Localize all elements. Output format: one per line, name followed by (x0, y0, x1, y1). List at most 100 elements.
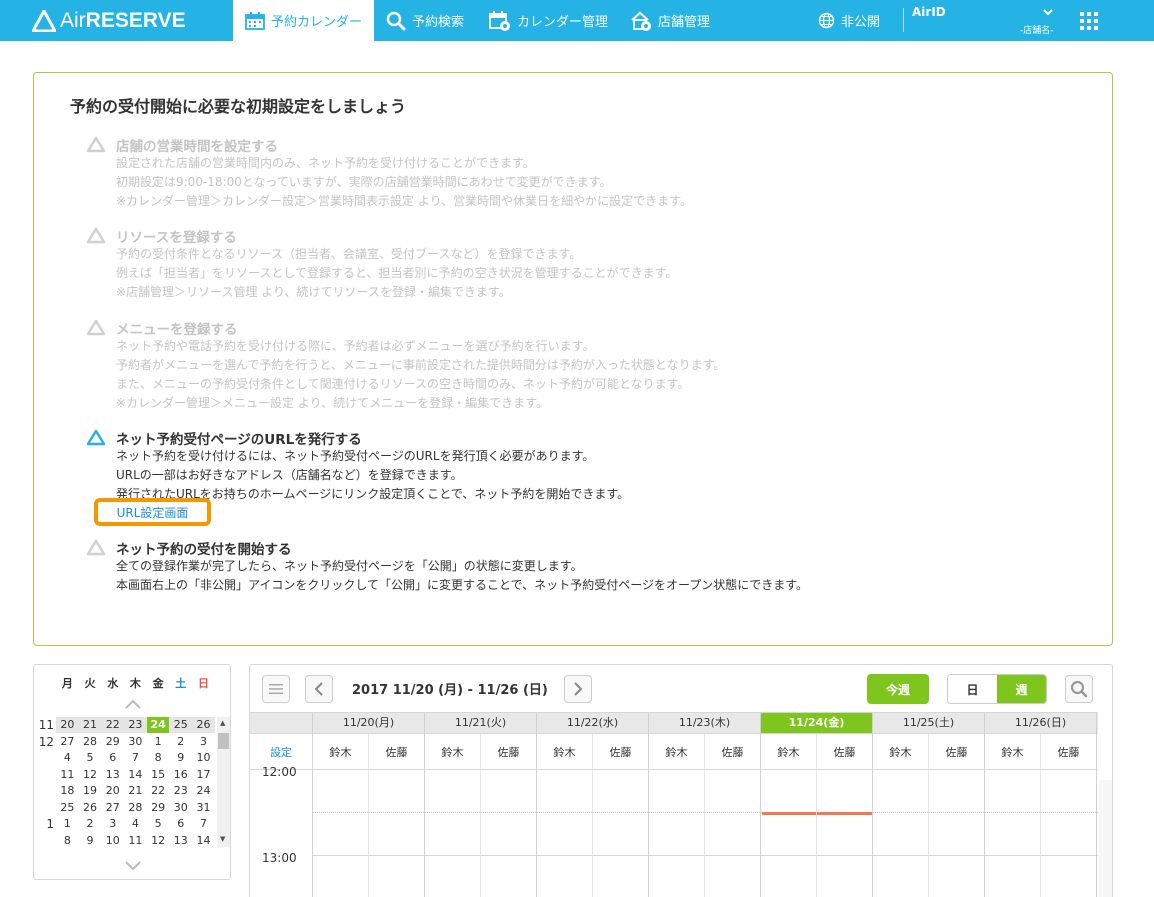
mini-calendar-day[interactable]: 18 (56, 783, 79, 799)
mini-calendar-day[interactable]: 22 (147, 783, 170, 799)
mini-calendar-day[interactable]: 25 (169, 717, 193, 734)
mini-calendar-day[interactable]: 10 (192, 750, 215, 766)
next-week-button[interactable] (564, 675, 592, 703)
mini-calendar-day[interactable]: 14 (124, 767, 147, 783)
mini-calendar-day[interactable]: 6 (169, 816, 192, 832)
mini-calendar-day[interactable]: 11 (124, 833, 147, 849)
week-view-button[interactable]: 週 (997, 675, 1046, 703)
mini-calendar-day[interactable]: 4 (56, 750, 79, 766)
mini-calendar-day[interactable]: 27 (56, 734, 79, 750)
mini-calendar-day[interactable]: 21 (78, 717, 102, 734)
url-settings-button[interactable]: URL設定画面 (94, 498, 211, 526)
airid-account[interactable]: AirID (912, 5, 946, 19)
mini-calendar-day[interactable]: 14 (192, 833, 215, 849)
mini-calendar-day[interactable]: 16 (169, 767, 192, 783)
mini-calendar-day[interactable]: 17 (192, 767, 215, 783)
mini-calendar-day[interactable]: 2 (79, 816, 102, 832)
mini-calendar-day[interactable]: 20 (56, 717, 79, 734)
logo[interactable]: AirRESERVE (32, 9, 186, 33)
day-header[interactable]: 11/26(日) (985, 713, 1097, 733)
resource-header-row: 設定 鈴木 佐藤 鈴木 佐藤 鈴木 佐藤 鈴木 佐藤 鈴木 佐藤 鈴木 佐藤 鈴木 佐藤 (250, 734, 1098, 770)
mini-calendar-day[interactable]: 3 (192, 734, 215, 750)
mini-calendar-day[interactable]: 2 (169, 734, 192, 750)
mini-calendar-day[interactable]: 24 (192, 783, 215, 799)
mini-calendar-day[interactable]: 27 (101, 800, 124, 816)
month-label: 12 (38, 734, 54, 749)
mini-calendar-day[interactable]: 7 (192, 816, 215, 832)
mini-calendar-day[interactable]: 3 (101, 816, 124, 832)
mini-calendar-day[interactable]: 9 (169, 750, 192, 766)
mini-calendar-day[interactable]: 6 (101, 750, 124, 766)
mini-calendar-day[interactable]: 5 (147, 816, 170, 832)
mini-calendar-day[interactable]: 28 (124, 800, 147, 816)
nav-reservation-search[interactable]: 予約検索 (386, 0, 464, 41)
menu-toggle-button[interactable] (262, 675, 290, 703)
mini-calendar-day[interactable]: 4 (124, 816, 147, 832)
mini-calendar-day[interactable]: 1 (147, 734, 170, 750)
mini-calendar-day[interactable]: 12 (147, 833, 170, 849)
mini-calendar-day[interactable]: 29 (147, 800, 170, 816)
this-week-button[interactable]: 今週 (867, 674, 929, 704)
resource-header-cell: 佐藤 (369, 734, 425, 769)
chevron-up-icon[interactable] (123, 695, 143, 714)
week-days: 4 5 6 7 8 9 10 (56, 750, 215, 766)
day-header[interactable]: 11/20(月) (313, 713, 425, 733)
mini-calendar-day[interactable]: 24 (146, 717, 170, 734)
mini-calendar-day[interactable]: 19 (79, 783, 102, 799)
week-days: 27 28 29 30 1 2 3 (56, 734, 215, 750)
mini-calendar-day[interactable]: 21 (124, 783, 147, 799)
hamburger-icon (269, 684, 283, 694)
calendar-time-grid[interactable]: 12:00 13:00 (250, 765, 1098, 897)
step-text: URLの一部はお好きなアドレス（店舗名など）を登録できます。 (116, 468, 463, 482)
mini-calendar-day[interactable]: 20 (101, 783, 124, 799)
day-header[interactable]: 11/25(土) (873, 713, 985, 733)
app-grid-icon[interactable] (1080, 12, 1098, 30)
chevron-right-icon (574, 682, 583, 696)
resource-settings-link[interactable]: 設定 (250, 734, 313, 769)
mini-calendar-day[interactable]: 30 (169, 800, 192, 816)
mini-calendar-day[interactable]: 5 (79, 750, 102, 766)
day-header-today[interactable]: 11/24(金) (761, 713, 873, 733)
calendar-scrollbar[interactable] (1099, 780, 1112, 897)
nav-label: 店舗管理 (658, 15, 711, 30)
mini-calendar-day[interactable]: 10 (101, 833, 124, 849)
mini-calendar-day[interactable]: 13 (169, 833, 192, 849)
mini-calendar-day[interactable]: 26 (79, 800, 102, 816)
mini-calendar-day[interactable]: 26 (192, 717, 215, 734)
prev-week-button[interactable] (305, 675, 333, 703)
mini-calendar-day[interactable]: 11 (56, 767, 79, 783)
mini-calendar-day[interactable]: 13 (101, 767, 124, 783)
mini-calendar-day[interactable]: 30 (124, 734, 147, 750)
weekday-label-saturday: 土 (175, 677, 187, 690)
mini-calendar-day[interactable]: 22 (101, 717, 125, 734)
mini-calendar-week-row: 11234567 (34, 816, 218, 833)
mini-calendar-day[interactable]: 15 (147, 767, 170, 783)
chevron-down-icon[interactable] (123, 857, 143, 876)
mini-calendar-day[interactable]: 29 (101, 734, 124, 750)
mini-calendar-day[interactable]: 8 (56, 833, 79, 849)
mini-calendar-day[interactable]: 1 (56, 816, 79, 832)
mini-calendar-day[interactable]: 23 (124, 717, 147, 734)
chevron-down-icon[interactable] (1042, 3, 1054, 22)
public-status-toggle[interactable]: 非公開 (818, 0, 880, 41)
mini-calendar-day[interactable]: 12 (79, 767, 102, 783)
mini-calendar-day[interactable]: 25 (56, 800, 79, 816)
nav-shop-management[interactable]: 店舗管理 (630, 0, 710, 41)
day-view-button[interactable]: 日 (948, 675, 997, 703)
step-title: 店舗の営業時間を設定する (116, 139, 278, 155)
scrollbar-thumb[interactable] (218, 733, 229, 749)
nav-calendar-management[interactable]: カレンダー管理 (489, 0, 608, 41)
day-header[interactable]: 11/21(火) (425, 713, 537, 733)
day-header[interactable]: 11/22(水) (537, 713, 649, 733)
mini-calendar-day[interactable]: 9 (79, 833, 102, 849)
nav-reservation-calendar[interactable]: 予約カレンダー (233, 0, 374, 41)
mini-calendar-day[interactable]: 23 (169, 783, 192, 799)
mini-calendar-day[interactable]: 7 (124, 750, 147, 766)
day-header[interactable]: 11/23(木) (649, 713, 761, 733)
mini-calendar-day[interactable]: 31 (192, 800, 215, 816)
search-button[interactable] (1065, 675, 1093, 703)
mini-calendar-scrollbar[interactable]: ▲ ▼ (217, 717, 230, 847)
mini-calendar-day[interactable]: 8 (147, 750, 170, 766)
calendar-icon (245, 11, 265, 30)
mini-calendar-day[interactable]: 28 (79, 734, 102, 750)
